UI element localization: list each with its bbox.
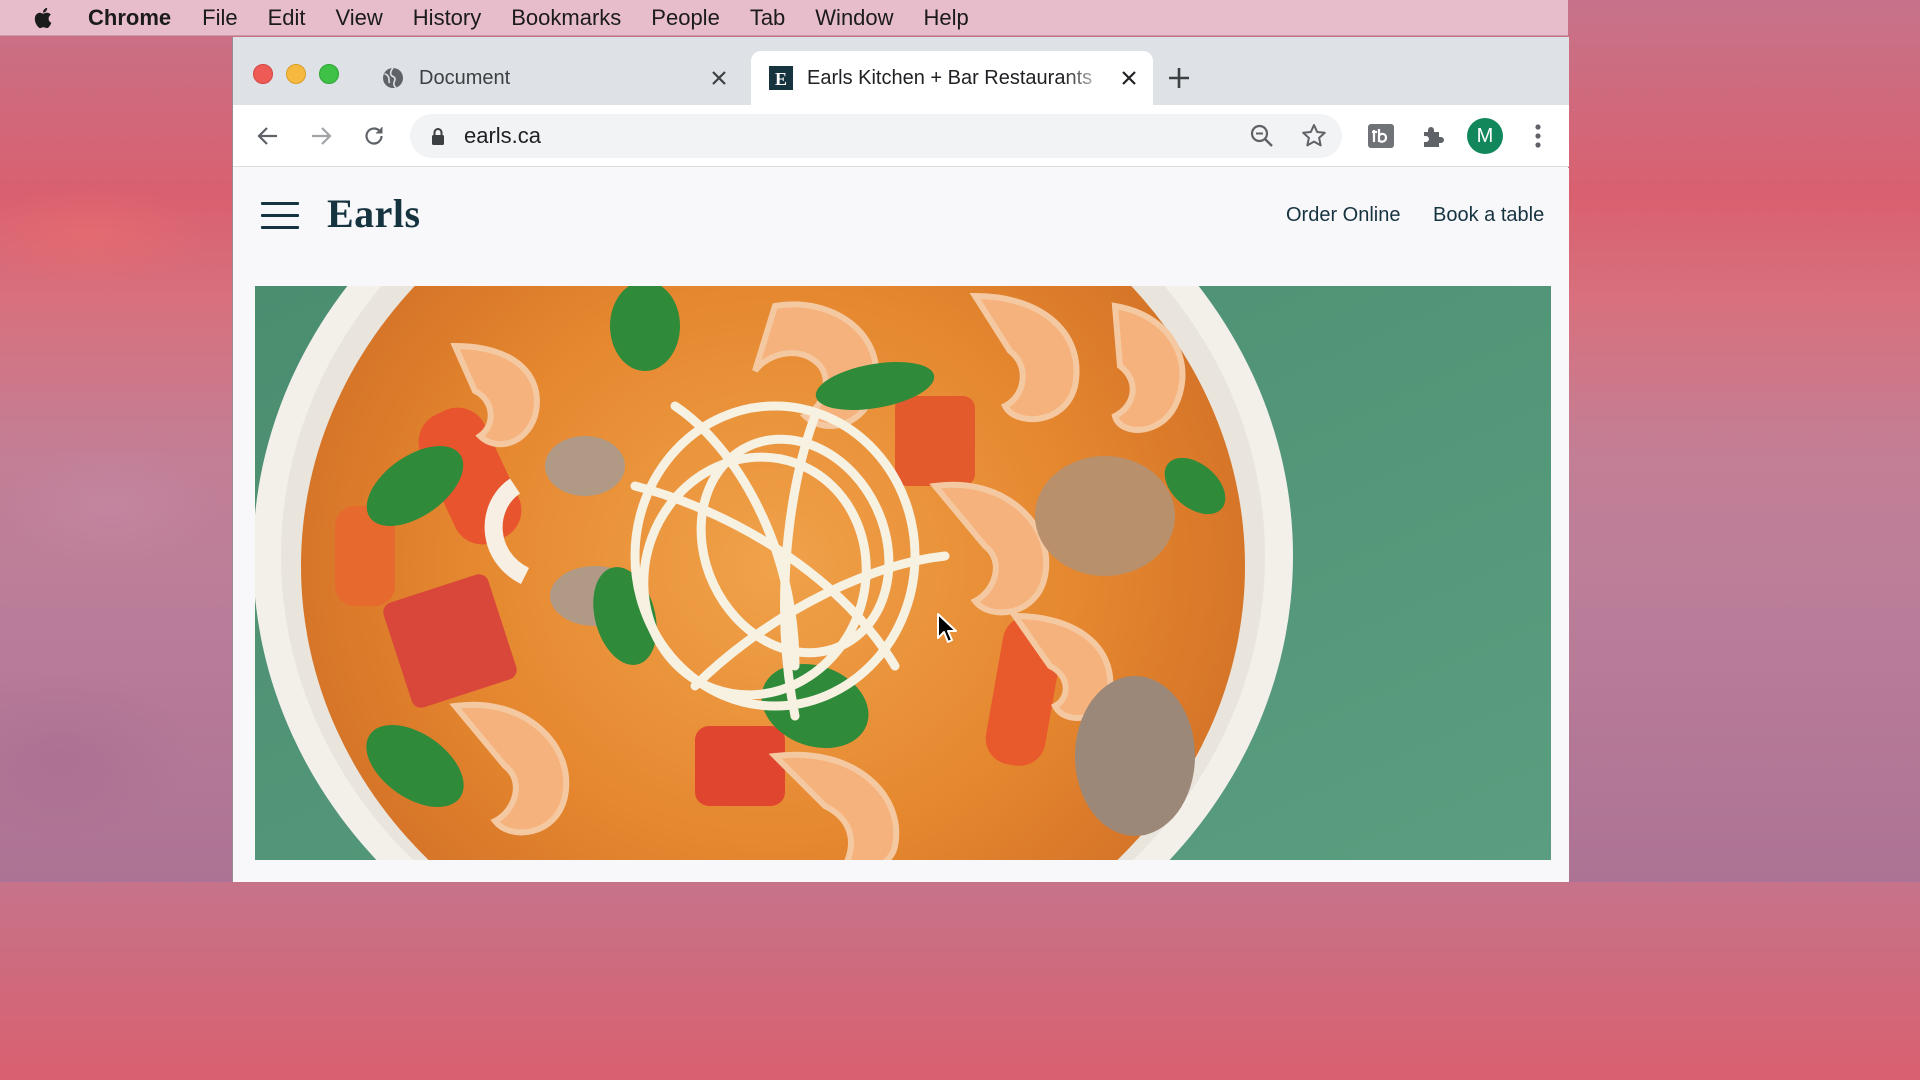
tab-title: Document [419,66,511,89]
address-bar[interactable]: earls.ca [410,114,1342,158]
zoom-magnifier-icon[interactable] [1248,122,1276,150]
menu-view[interactable]: View [336,0,383,36]
macos-menu-bar: Chrome File Edit View History Bookmarks … [0,0,1568,36]
tab-earls[interactable]: E Earls Kitchen + Bar Restaurants [751,51,1153,105]
globe-icon [381,66,405,90]
close-tab-icon[interactable] [705,64,733,92]
site-header: Earls Order Online Book a table [233,168,1569,268]
extension-tb-icon[interactable] [1367,122,1395,150]
tab-document[interactable]: Document [373,51,743,105]
back-arrow-icon[interactable] [254,122,282,150]
reload-icon[interactable] [360,122,388,150]
desktop-wallpaper [0,36,240,882]
hero-image [255,286,1551,860]
order-online-link[interactable]: Order Online [1286,204,1401,227]
menu-history[interactable]: History [413,0,481,36]
menu-edit[interactable]: Edit [268,0,306,36]
book-table-link[interactable]: Book a table [1433,204,1544,227]
new-tab-plus-icon[interactable] [1165,64,1193,92]
window-minimize-button[interactable] [286,64,306,84]
apple-logo-icon[interactable] [32,6,56,30]
earls-e-icon: E [769,66,793,90]
hamburger-menu-icon[interactable] [261,202,299,230]
url-text[interactable]: earls.ca [464,114,541,158]
earls-logo[interactable]: Earls [327,190,421,237]
mouse-cursor-icon [937,613,957,643]
close-tab-icon[interactable] [1115,64,1143,92]
bookmark-star-icon[interactable] [1300,122,1328,150]
earls-favicon-letter: E [775,69,787,89]
browser-toolbar: earls.ca M [233,105,1569,167]
tab-strip: Document E Earls Kitchen + Bar Restauran… [233,37,1569,105]
menu-file[interactable]: File [202,0,237,36]
window-zoom-button[interactable] [319,64,339,84]
extensions-puzzle-icon[interactable] [1419,122,1447,150]
menu-bookmarks[interactable]: Bookmarks [511,0,621,36]
browser-window: Document E Earls Kitchen + Bar Restauran… [232,37,1569,882]
kebab-menu-icon[interactable] [1524,122,1552,150]
window-close-button[interactable] [253,64,273,84]
forward-arrow-icon[interactable] [307,122,335,150]
tab-title: Earls Kitchen + Bar Restaurants [807,66,1093,89]
menu-window[interactable]: Window [815,0,893,36]
menu-tab[interactable]: Tab [750,0,785,36]
lock-icon[interactable] [428,126,448,146]
menu-help[interactable]: Help [924,0,969,36]
profile-avatar[interactable]: M [1467,118,1503,154]
web-page: Earls Order Online Book a table [233,168,1569,882]
menu-app-chrome[interactable]: Chrome [88,0,171,36]
menu-people[interactable]: People [651,0,720,36]
